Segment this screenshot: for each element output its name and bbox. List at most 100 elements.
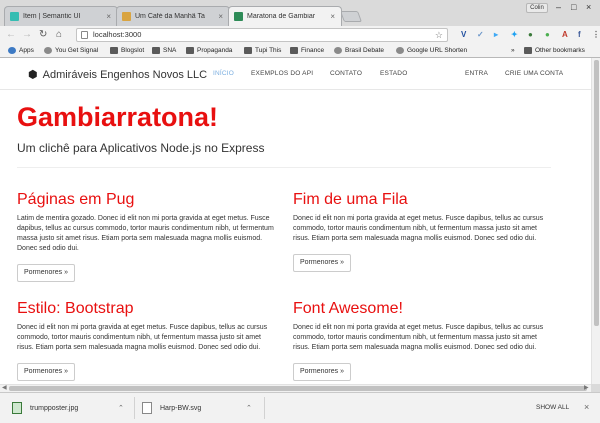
close-shelf-icon[interactable]: × bbox=[584, 402, 589, 412]
tab-close-icon[interactable]: × bbox=[106, 12, 111, 21]
tab-favicon-icon bbox=[234, 12, 243, 21]
maximize-icon[interactable]: □ bbox=[571, 2, 576, 12]
tab-strip: Item | Semantic UI × Um Café da Manhã Ta… bbox=[0, 0, 600, 26]
folder-icon bbox=[244, 47, 252, 54]
profile-button[interactable]: Colin bbox=[526, 3, 548, 13]
nav-link-estado[interactable]: ESTADO bbox=[380, 70, 407, 77]
tab-title: Maratona de Gambiar bbox=[247, 13, 316, 20]
details-button[interactable]: Pormenores » bbox=[17, 264, 75, 282]
nav-link-contato[interactable]: CONTATO bbox=[330, 70, 362, 77]
bookmark-item[interactable]: You Get Signal bbox=[44, 46, 98, 55]
browser-tab[interactable]: Um Café da Manhã Ta × bbox=[116, 6, 230, 26]
url-text: localhost:3000 bbox=[93, 30, 142, 39]
download-filename: Harp-BW.svg bbox=[160, 404, 202, 412]
page-icon bbox=[81, 31, 88, 39]
bookmarks-bar: Apps You Get Signal Blogslot SNA Propaganda T… bbox=[0, 44, 600, 58]
details-button[interactable]: Pormenores » bbox=[17, 363, 75, 381]
card-body: Donec id elit non mi porta gravida at eg… bbox=[17, 324, 268, 351]
page-viewport: ⬢ Admiráveis Engenhos Novos LLC INÍCIO E… bbox=[0, 58, 591, 384]
scroll-right-icon[interactable]: ▶ bbox=[584, 385, 589, 392]
bookmark-item[interactable]: Finance bbox=[290, 46, 324, 55]
feature-card: Font Awesome! Donec id elit non mi porta… bbox=[293, 300, 553, 381]
extension-icon[interactable]: A bbox=[562, 30, 568, 40]
extension-icon[interactable]: ✦ bbox=[511, 30, 518, 40]
apps-grid-icon bbox=[8, 47, 16, 54]
details-button[interactable]: Pormenores » bbox=[293, 363, 351, 381]
tab-close-icon[interactable]: × bbox=[218, 12, 223, 21]
nav-link-inicio[interactable]: INÍCIO bbox=[213, 70, 234, 77]
bookmark-item[interactable]: Google URL Shorten bbox=[396, 46, 467, 55]
scroll-thumb[interactable] bbox=[594, 60, 599, 326]
show-all-button[interactable]: SHOW ALL bbox=[536, 404, 569, 411]
download-filename: trumpposter.jpg bbox=[30, 404, 79, 412]
download-item[interactable]: trumpposter.jpg ⌃ bbox=[12, 393, 132, 423]
tab-title: Um Café da Manhã Ta bbox=[135, 13, 205, 20]
download-item[interactable]: Harp-BW.svg ⌃ bbox=[142, 393, 262, 423]
minimize-icon[interactable]: – bbox=[556, 2, 561, 12]
extension-icon[interactable]: ✓ bbox=[477, 30, 484, 40]
divider bbox=[17, 167, 551, 168]
chevron-up-icon[interactable]: ⌃ bbox=[118, 404, 124, 412]
feature-card: Fim de uma Fila Donec id elit non mi por… bbox=[293, 191, 553, 272]
bookmark-label: Propaganda bbox=[197, 47, 233, 54]
nav-link-entra[interactable]: ENTRA bbox=[465, 70, 488, 77]
bookmark-star-icon[interactable]: ☆ bbox=[435, 29, 443, 41]
brand-name: Admiráveis Engenhos Novos LLC bbox=[42, 68, 208, 81]
site-favicon-icon bbox=[44, 47, 52, 54]
forward-arrow-icon[interactable]: → bbox=[22, 29, 32, 41]
tab-favicon-icon bbox=[10, 12, 19, 21]
details-button[interactable]: Pormenores » bbox=[293, 254, 351, 272]
site-brand[interactable]: ⬢ Admiráveis Engenhos Novos LLC bbox=[28, 68, 208, 82]
bookmark-item[interactable]: Brasil Debate bbox=[334, 46, 384, 55]
bookmarks-overflow-icon[interactable]: » bbox=[511, 46, 515, 55]
bookmark-item[interactable]: SNA bbox=[152, 46, 176, 55]
browser-toolbar: ← → ↻ ⌂ localhost:3000 ☆ V ✓ ▸ ✦ ● ● Af ⋮ bbox=[0, 26, 600, 44]
extension-icon[interactable]: f bbox=[578, 30, 581, 40]
extension-icon[interactable]: ⋮ bbox=[592, 30, 600, 40]
extension-icon[interactable]: V bbox=[461, 30, 466, 40]
reload-icon[interactable]: ↻ bbox=[39, 29, 47, 41]
card-title: Fim de uma Fila bbox=[293, 191, 408, 208]
card-body: Donec id elit non mi porta gravida at eg… bbox=[293, 215, 544, 242]
nav-link-crie-conta[interactable]: CRIE UMA CONTA bbox=[505, 70, 563, 77]
chevron-up-icon[interactable]: ⌃ bbox=[246, 404, 252, 412]
bookmark-item[interactable]: Tupi This bbox=[244, 46, 281, 55]
address-bar[interactable]: localhost:3000 ☆ bbox=[76, 28, 448, 42]
bookmark-item[interactable]: Propaganda bbox=[186, 46, 232, 55]
divider bbox=[134, 397, 135, 419]
home-icon[interactable]: ⌂ bbox=[56, 29, 62, 41]
nav-link-exemplos[interactable]: EXEMPLOS DO API bbox=[251, 70, 313, 77]
card-title: Páginas em Pug bbox=[17, 191, 135, 208]
horizontal-scrollbar[interactable]: ◀ ▶ bbox=[0, 384, 591, 392]
tab-favicon-icon bbox=[122, 12, 131, 21]
folder-icon bbox=[110, 47, 118, 54]
bookmark-label: Google URL Shorten bbox=[407, 47, 468, 54]
scroll-left-icon[interactable]: ◀ bbox=[2, 385, 7, 392]
bookmark-label: Blogslot bbox=[121, 47, 145, 54]
folder-icon bbox=[290, 47, 298, 54]
browser-tab[interactable]: Item | Semantic UI × bbox=[4, 6, 118, 26]
bookmark-item[interactable]: Apps bbox=[8, 46, 34, 55]
extension-icon[interactable]: ▸ bbox=[494, 30, 498, 40]
folder-icon bbox=[186, 47, 194, 54]
extension-icon[interactable]: ● bbox=[545, 30, 550, 40]
scroll-thumb[interactable] bbox=[9, 386, 587, 391]
other-bookmarks-label: Other bookmarks bbox=[535, 47, 585, 54]
vertical-scrollbar[interactable] bbox=[591, 58, 600, 384]
browser-tab-active[interactable]: Maratona de Gambiar × bbox=[228, 6, 342, 26]
bookmark-label: SNA bbox=[163, 47, 177, 54]
extension-icon[interactable]: ● bbox=[528, 30, 533, 40]
card-title: Font Awesome! bbox=[293, 300, 403, 317]
hero-subtitle: Um clichê para Aplicativos Node.js no Ex… bbox=[17, 141, 265, 155]
bookmark-label: Brasil Debate bbox=[345, 47, 385, 54]
feature-card: Estilo: Bootstrap Donec id elit non mi p… bbox=[17, 300, 277, 381]
other-bookmarks[interactable]: Other bookmarks bbox=[524, 46, 585, 55]
new-tab-button[interactable] bbox=[339, 11, 363, 22]
file-icon bbox=[12, 402, 22, 414]
close-window-icon[interactable]: × bbox=[586, 2, 591, 12]
bookmark-item[interactable]: Blogslot bbox=[110, 46, 144, 55]
feature-card: Páginas em Pug Latim de mentira gozado. … bbox=[17, 191, 277, 282]
bookmark-label: Apps bbox=[19, 47, 34, 54]
tab-close-icon[interactable]: × bbox=[330, 12, 335, 21]
back-arrow-icon[interactable]: ← bbox=[6, 29, 16, 41]
